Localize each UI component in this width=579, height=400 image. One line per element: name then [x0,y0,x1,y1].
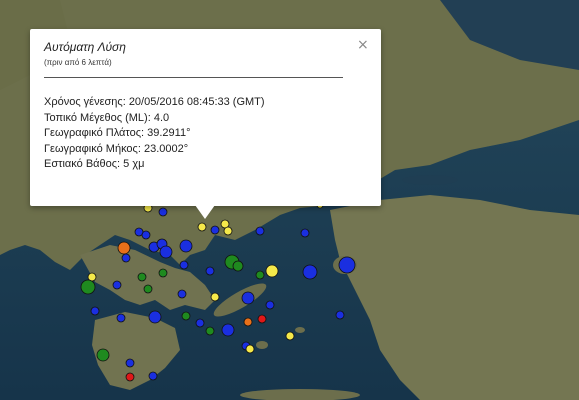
earthquake-marker[interactable] [232,260,244,272]
popup-divider [44,77,343,78]
earthquake-marker[interactable] [177,289,187,299]
earthquake-marker[interactable] [245,344,255,354]
earthquake-marker[interactable] [80,279,96,295]
earthquake-marker[interactable] [148,371,158,381]
earthquake-marker[interactable] [148,310,162,324]
earthquake-marker[interactable] [143,284,153,294]
earthquake-marker[interactable] [116,313,126,323]
earthquake-marker[interactable] [121,253,131,263]
earthquake-marker[interactable] [205,326,215,336]
earthquake-marker[interactable] [125,358,135,368]
earthquake-marker[interactable] [205,266,215,276]
earthquake-marker[interactable] [335,310,345,320]
close-icon[interactable]: × [357,37,369,53]
earthquake-marker[interactable] [302,264,318,280]
island-sea-of-marmara [402,175,458,185]
island-small-2 [295,327,305,333]
earthquake-marker[interactable] [195,318,205,328]
earthquake-marker[interactable] [265,300,275,310]
latitude-line: Γεωγραφικό Πλάτος: 39.2911° [44,127,191,139]
earthquake-marker[interactable] [96,348,110,362]
earthquake-marker[interactable] [338,256,356,274]
earthquake-marker[interactable] [285,331,295,341]
earthquake-marker[interactable] [117,241,131,255]
popup-subtitle: (πριν από 6 λεπτά) [44,58,112,67]
earthquake-marker[interactable] [300,228,310,238]
longitude-line: Γεωγραφικό Μήκος: 23.0002° [44,142,189,155]
earthquake-marker[interactable] [255,226,265,236]
earthquake-marker[interactable] [181,311,191,321]
magnitude-line: Τοπικό Μέγεθος (ML): 4.0 [44,111,170,124]
earthquake-marker[interactable] [210,225,220,235]
depth-line: Εστιακό Βάθος: 5 χμ [44,158,145,170]
earthquake-marker[interactable] [265,264,279,278]
popup-title: Αυτόματη Λύση [44,40,126,54]
info-popup: Αυτόματη Λύση (πριν από 6 λεπτά) × Χρόνο… [30,29,381,206]
earthquake-marker[interactable] [257,314,267,324]
popup-details: Χρόνος γένεσης: 20/05/2016 08:45:33 (GMT… [44,95,265,173]
earthquake-marker[interactable] [255,270,265,280]
earthquake-marker[interactable] [179,239,193,253]
earthquake-marker[interactable] [243,317,253,327]
earthquake-marker[interactable] [159,245,173,259]
earthquake-marker[interactable] [90,306,100,316]
earthquake-marker[interactable] [125,372,135,382]
earthquake-marker[interactable] [197,222,207,232]
earthquake-marker[interactable] [223,226,233,236]
earthquake-marker[interactable] [141,230,151,240]
earthquake-marker[interactable] [241,291,255,305]
popup-pointer [195,205,215,219]
earthquake-marker[interactable] [112,280,122,290]
earthquake-marker[interactable] [210,292,220,302]
earthquake-marker[interactable] [158,268,168,278]
island-small-1 [256,341,268,349]
origin-time-line: Χρόνος γένεσης: 20/05/2016 08:45:33 (GMT… [44,96,265,108]
earthquake-marker[interactable] [158,207,168,217]
earthquake-marker[interactable] [221,323,235,337]
earthquake-marker[interactable] [179,260,189,270]
earthquake-marker[interactable] [137,272,147,282]
